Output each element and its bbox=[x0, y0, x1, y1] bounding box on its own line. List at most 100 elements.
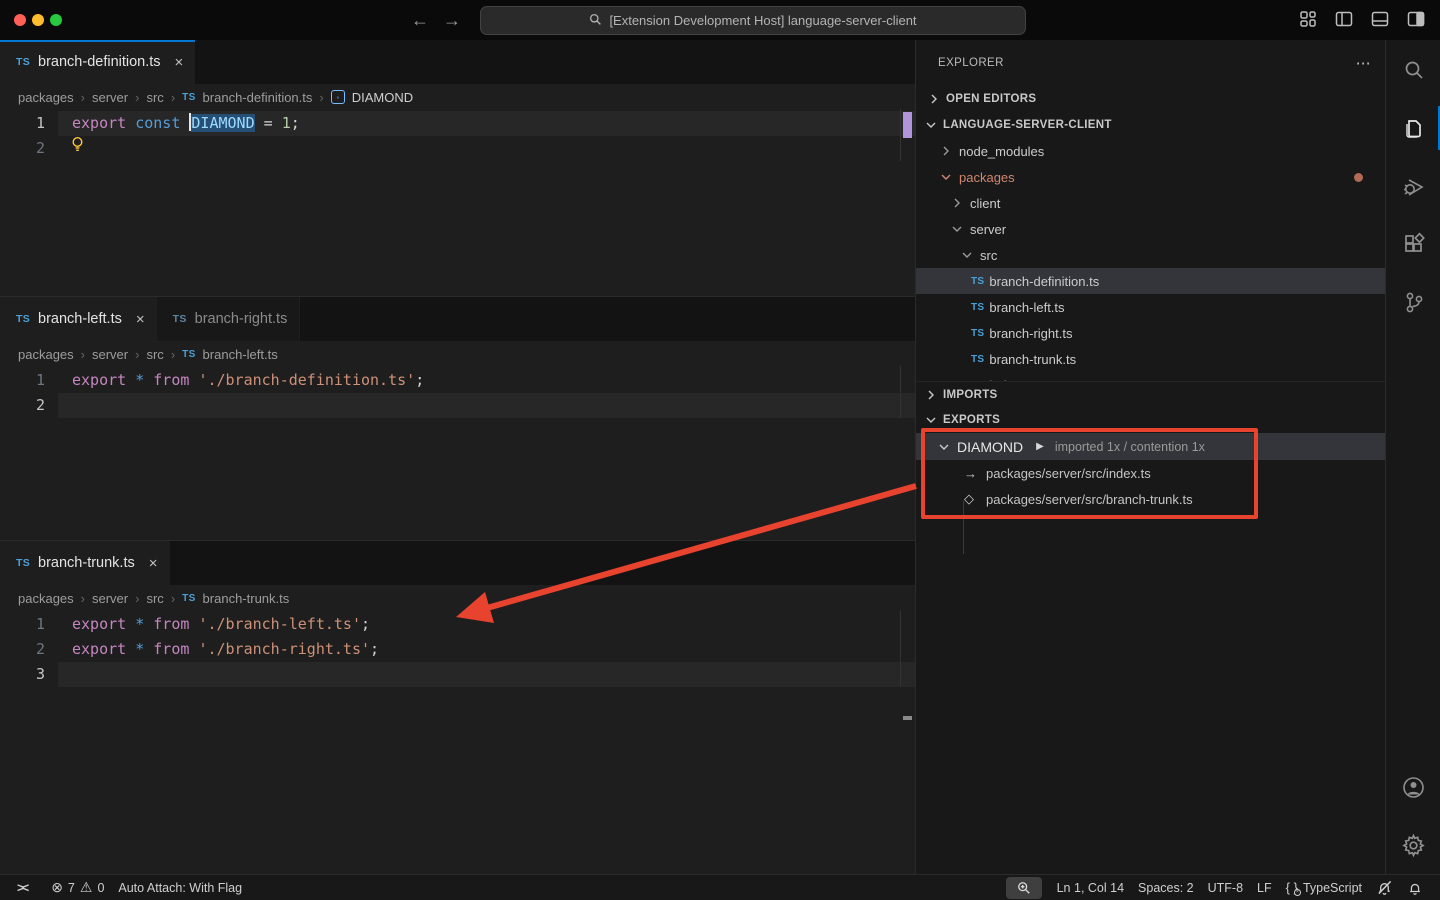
typescript-file-icon: TS bbox=[182, 593, 195, 604]
zoom-indicator[interactable] bbox=[1006, 877, 1042, 899]
editor-area: TS branch-definition.ts × packages› serv… bbox=[0, 40, 915, 874]
breadcrumb-segment[interactable]: branch-left.ts bbox=[203, 347, 278, 362]
tree-item-node-modules[interactable]: node_modules bbox=[916, 138, 1385, 164]
breadcrumb[interactable]: packages› server› src› TS branch-definit… bbox=[0, 85, 915, 109]
number-literal: 1 bbox=[282, 114, 291, 132]
breadcrumb-segment[interactable]: packages bbox=[18, 90, 74, 105]
indentation-status[interactable]: Spaces: 2 bbox=[1131, 881, 1201, 895]
toggle-primary-sidebar-icon[interactable] bbox=[1334, 9, 1354, 29]
toggle-secondary-sidebar-icon[interactable] bbox=[1406, 9, 1426, 29]
breadcrumb-segment[interactable]: src bbox=[146, 347, 163, 362]
status-bar: >< ⊗ 7 ⚠ 0 Auto Attach: With Flag Ln 1, … bbox=[0, 874, 1440, 900]
zoom-in-icon bbox=[1017, 881, 1031, 895]
eol-status[interactable]: LF bbox=[1250, 881, 1279, 895]
encoding-status[interactable]: UTF-8 bbox=[1201, 881, 1250, 895]
breadcrumb-segment[interactable]: server bbox=[92, 591, 128, 606]
code-editor[interactable]: 1 export const DIAMOND = 1; 2 bbox=[0, 109, 915, 161]
imports-section-header[interactable]: IMPORTS bbox=[916, 381, 1385, 407]
breadcrumb-segment[interactable]: branch-trunk.ts bbox=[203, 591, 290, 606]
close-window-button[interactable] bbox=[14, 14, 26, 26]
remote-indicator[interactable]: >< bbox=[10, 875, 44, 900]
breadcrumb-symbol[interactable]: DIAMOND bbox=[352, 90, 413, 105]
keyword-from: from bbox=[153, 615, 189, 633]
tree-item-branch-left[interactable]: TS branch-left.ts bbox=[916, 294, 1385, 320]
breadcrumb-segment[interactable]: branch-definition.ts bbox=[203, 90, 313, 105]
code-line: 1 export * from './branch-left.ts'; bbox=[0, 612, 915, 637]
play-icon[interactable]: ▶ bbox=[1036, 441, 1044, 452]
close-tab-icon[interactable]: × bbox=[136, 311, 145, 328]
problems-indicator[interactable]: ⊗ 7 ⚠ 0 bbox=[44, 875, 111, 900]
minimize-window-button[interactable] bbox=[32, 14, 44, 26]
source-control-view-icon[interactable] bbox=[1386, 278, 1440, 326]
tree-item-packages[interactable]: packages bbox=[916, 164, 1385, 190]
symbol-constant-icon: ◦ bbox=[331, 90, 345, 104]
tab-branch-trunk[interactable]: TS branch-trunk.ts × bbox=[0, 541, 170, 585]
breadcrumb[interactable]: packages› server› src› TS branch-trunk.t… bbox=[0, 586, 915, 610]
workspace-root-header[interactable]: LANGUAGE-SERVER-CLIENT bbox=[916, 112, 1385, 138]
keyword-const: const bbox=[135, 114, 180, 132]
chevron-down-icon bbox=[938, 169, 954, 185]
run-debug-view-icon[interactable] bbox=[1386, 164, 1440, 212]
export-reference-index[interactable]: → packages/server/src/index.ts bbox=[916, 460, 1385, 486]
toggle-panel-icon[interactable] bbox=[1370, 9, 1390, 29]
forward-button[interactable]: → bbox=[440, 8, 464, 32]
tab-branch-right[interactable]: TS branch-right.ts bbox=[157, 297, 301, 341]
close-tab-icon[interactable]: × bbox=[175, 54, 184, 71]
account-icon[interactable] bbox=[1386, 763, 1440, 811]
tab-branch-left[interactable]: TS branch-left.ts × bbox=[0, 297, 157, 341]
maximize-window-button[interactable] bbox=[50, 14, 62, 26]
close-tab-icon[interactable]: × bbox=[149, 555, 158, 572]
cursor-position-status[interactable]: Ln 1, Col 14 bbox=[1050, 881, 1131, 895]
breadcrumb-segment[interactable]: src bbox=[146, 591, 163, 606]
tree-item-src[interactable]: src bbox=[916, 242, 1385, 268]
line-number: 2 bbox=[0, 393, 58, 418]
error-count: 7 bbox=[68, 881, 75, 895]
breadcrumb-segment[interactable]: src bbox=[146, 90, 163, 105]
code-editor[interactable]: 1 export * from './branch-left.ts'; 2 ex… bbox=[0, 610, 915, 687]
breadcrumb-separator: › bbox=[81, 591, 85, 606]
explorer-view-icon[interactable] bbox=[1386, 104, 1440, 152]
settings-gear-icon[interactable] bbox=[1386, 821, 1440, 869]
command-center-search[interactable]: [Extension Development Host] language-se… bbox=[480, 6, 1026, 35]
breadcrumb-segment[interactable]: server bbox=[92, 90, 128, 105]
back-button[interactable]: ← bbox=[408, 8, 432, 32]
search-view-icon[interactable] bbox=[1386, 46, 1440, 94]
customize-layout-icon[interactable] bbox=[1298, 9, 1318, 29]
line-number: 3 bbox=[0, 662, 58, 687]
open-editors-header[interactable]: OPEN EDITORS bbox=[916, 86, 1385, 112]
tree-item-server[interactable]: server bbox=[916, 216, 1385, 242]
tab-bar: TS branch-left.ts × TS branch-right.ts bbox=[0, 297, 915, 342]
breadcrumb-separator: › bbox=[135, 591, 139, 606]
tree-item-client[interactable]: client bbox=[916, 190, 1385, 216]
file-label: index.ts bbox=[989, 378, 1034, 382]
remote-icon: >< bbox=[17, 880, 26, 895]
notifications-bell-icon[interactable] bbox=[1400, 880, 1430, 896]
lightbulb-icon[interactable] bbox=[70, 139, 85, 157]
typescript-file-icon: TS bbox=[16, 56, 30, 68]
tree-item-branch-definition[interactable]: TS branch-definition.ts bbox=[916, 268, 1385, 294]
tree-item-branch-trunk[interactable]: TS branch-trunk.ts bbox=[916, 346, 1385, 372]
breadcrumb[interactable]: packages› server› src› TS branch-left.ts bbox=[0, 342, 915, 366]
breadcrumb-segment[interactable]: server bbox=[92, 347, 128, 362]
export-item-diamond[interactable]: DIAMOND ▶ imported 1x / contention 1x bbox=[916, 433, 1385, 460]
eol-label: LF bbox=[1257, 881, 1272, 895]
string-literal: './branch-left.ts' bbox=[198, 615, 361, 633]
auto-attach-status[interactable]: Auto Attach: With Flag bbox=[111, 875, 249, 900]
tab-branch-definition[interactable]: TS branch-definition.ts × bbox=[0, 40, 195, 84]
do-not-disturb-icon[interactable] bbox=[1369, 879, 1400, 896]
warning-count: 0 bbox=[97, 881, 104, 895]
export-reference-trunk[interactable]: ◇ packages/server/src/branch-trunk.ts bbox=[916, 486, 1385, 512]
more-actions-icon[interactable]: ⋯ bbox=[1356, 54, 1371, 72]
tree-item-clipped[interactable]: TS index.ts bbox=[916, 372, 1385, 381]
exports-section-header[interactable]: EXPORTS bbox=[916, 407, 1385, 433]
chevron-down-icon bbox=[936, 439, 952, 455]
extensions-view-icon[interactable] bbox=[1386, 220, 1440, 268]
breadcrumb-segment[interactable]: packages bbox=[18, 591, 74, 606]
code-editor[interactable]: 1 export * from './branch-definition.ts'… bbox=[0, 366, 915, 418]
export-symbol-label: DIAMOND bbox=[957, 439, 1023, 455]
tree-item-branch-right[interactable]: TS branch-right.ts bbox=[916, 320, 1385, 346]
code-text: export * from './branch-left.ts'; bbox=[58, 612, 915, 637]
language-mode-status[interactable]: { }× TypeScript bbox=[1279, 880, 1369, 895]
breadcrumb-segment[interactable]: packages bbox=[18, 347, 74, 362]
tab-label: branch-trunk.ts bbox=[38, 555, 135, 571]
